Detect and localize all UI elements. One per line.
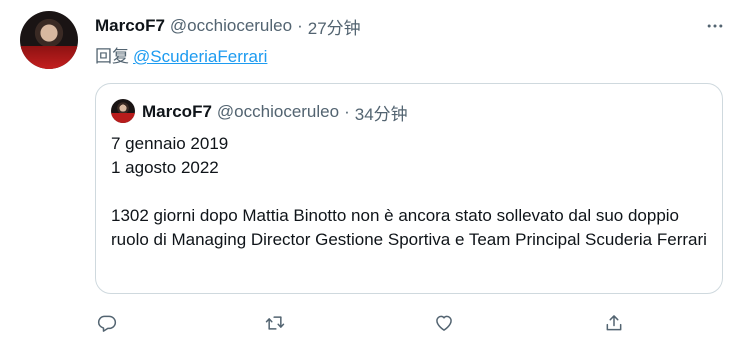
like-button[interactable] <box>432 311 456 335</box>
author-handle[interactable]: @occhioceruleo <box>170 16 292 36</box>
quoted-text-paragraph: 1302 giorni dopo Mattia Binotto non è an… <box>111 206 707 249</box>
reply-to-link[interactable]: @ScuderiaFerrari <box>133 47 267 66</box>
tweet-time[interactable]: 27分钟 <box>308 14 361 39</box>
tweet-avatar[interactable] <box>20 11 78 69</box>
quoted-text-line: 1 agosto 2022 <box>111 158 219 177</box>
quoted-separator-dot: · <box>344 102 350 121</box>
quoted-tweet-avatar[interactable] <box>111 99 135 123</box>
quoted-tweet-card[interactable]: MarcoF7 @occhioceruleo · 34分钟 7 gennaio … <box>95 83 723 294</box>
share-button[interactable] <box>602 311 626 335</box>
separator-dot: · <box>297 16 303 35</box>
quoted-tweet-header: MarcoF7 @occhioceruleo · 34分钟 <box>142 100 408 124</box>
reply-button[interactable] <box>95 311 119 335</box>
reply-icon <box>97 315 117 332</box>
reply-context: 回复 @ScuderiaFerrari <box>95 42 267 67</box>
quoted-tweet-time[interactable]: 34分钟 <box>355 100 408 125</box>
quoted-author-name[interactable]: MarcoF7 <box>142 102 212 122</box>
like-icon <box>436 315 452 331</box>
tweet-header: MarcoF7 @occhioceruleo · 27分钟 <box>95 14 361 38</box>
quoted-author-handle[interactable]: @occhioceruleo <box>217 102 339 122</box>
reply-prefix: 回复 <box>95 47 129 66</box>
tweet-actions <box>95 311 635 335</box>
quoted-tweet-text: 7 gennaio 2019 1 agosto 2022 1302 giorni… <box>111 132 707 252</box>
more-horizontal-icon <box>707 24 723 28</box>
more-options-button[interactable] <box>703 14 727 38</box>
author-name[interactable]: MarcoF7 <box>95 16 165 36</box>
quoted-text-line: 7 gennaio 2019 <box>111 134 229 153</box>
share-icon <box>606 315 622 331</box>
retweet-button[interactable] <box>263 311 287 335</box>
retweet-icon <box>265 316 285 330</box>
